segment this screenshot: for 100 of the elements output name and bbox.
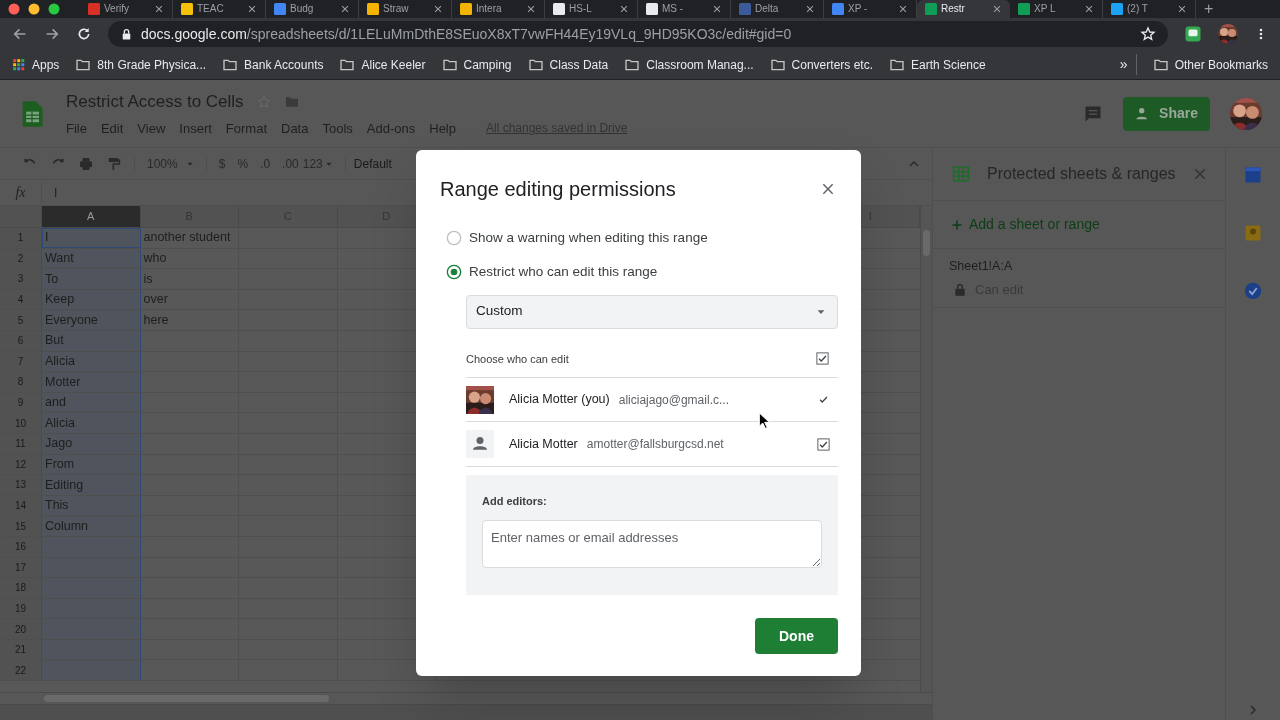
apps-bookmark[interactable]: Apps [12,55,60,74]
table-cell: Motter [42,372,141,392]
editor-name: Alicia Motter [509,435,578,453]
lock-icon [120,27,133,41]
radio-option[interactable]: Show a warning when editing this range [446,228,838,249]
more-bookmarks-button[interactable]: » [1119,54,1137,75]
add-editors-label: Add editors: [482,494,548,509]
row-number[interactable]: 3 [0,269,42,289]
reload-icon[interactable] [76,26,92,42]
document-title[interactable]: Restrict Access to Cells [66,89,244,115]
column-header[interactable]: A [42,206,141,227]
input-field[interactable]: Enter names or email addresses [482,519,822,568]
table-cell: This [42,495,141,516]
browser-tab[interactable]: Restr [917,0,1010,18]
close-icon[interactable] [992,4,1002,14]
window-control-icon [48,3,60,15]
bookmark[interactable]: Classroom Manag... [624,55,754,74]
percent-button[interactable]: % [237,154,249,173]
menu-item[interactable]: Data [281,118,309,138]
bookmark[interactable]: Converters etc. [769,55,873,74]
table-cell: To [42,269,141,289]
radio-button[interactable] [446,264,462,281]
tab-title: Intera [476,4,503,14]
radio-option[interactable]: Restrict who can edit this range [446,262,838,283]
menu-item[interactable]: File [66,118,87,138]
close-icon[interactable] [1084,4,1094,14]
menu-item[interactable]: Edit [100,118,124,138]
currency-button[interactable]: $ [205,154,226,173]
tab-title: TEAC [197,4,225,14]
extension-icon[interactable] [1184,25,1202,43]
table-cell: But [42,330,141,351]
window-control-icon [8,3,20,15]
menu-item[interactable]: Format [225,118,267,138]
tab-title: HS-L [569,4,593,14]
tab-title: Verify [104,4,130,14]
close-icon[interactable] [805,4,815,14]
tab-title: Budg [290,4,315,14]
tab-title: XP - [848,4,869,14]
back-icon[interactable] [12,26,28,42]
window-control-icon [28,3,40,15]
checkbox[interactable] [816,436,831,452]
font-dropdown[interactable]: Default [344,154,392,173]
editor-name: Alicia Motter (you) [509,391,610,409]
table-cell: Everyone [42,310,141,330]
menu-item[interactable]: Add-ons [366,118,416,138]
tab-title: Delta [755,4,780,14]
cursor-icon [758,412,770,430]
menu-item[interactable]: Tools [322,118,353,138]
editor-email: aliciajago@gmail.c... [618,391,729,409]
row-number[interactable]: 13 [0,475,42,495]
star-icon[interactable] [1140,26,1156,42]
address-bar[interactable]: docs.google.com/spreadsheets/d/1LELuMmDthE8SEuoX8xT7vwFH44Ey19VLq_9HD95KO3c/edit#gid=0 [108,21,1168,47]
bookmark[interactable]: Alice Keeler [339,55,426,74]
tab-title: Straw [383,4,410,14]
close-icon[interactable] [247,4,257,14]
forward-icon[interactable] [44,26,60,42]
close-icon[interactable] [1177,4,1187,14]
table-cell: Alicia [42,351,141,372]
close-icon[interactable] [340,4,350,14]
row-number[interactable]: 12 [0,454,42,475]
choose-editors-label: Choose who can edit [466,351,569,367]
menu-item[interactable]: View [137,118,166,138]
menu-item[interactable]: Help [429,118,456,138]
done-button[interactable]: Done [755,618,838,654]
close-icon[interactable] [712,4,722,14]
add-range-link[interactable]: Add a sheet or range [951,214,1100,235]
close-icon[interactable] [821,182,835,196]
range-name: Sheet1!A:A [949,258,1014,275]
close-icon[interactable] [619,4,629,14]
row-number[interactable]: 14 [0,495,42,516]
tab-title: XP L [1034,4,1057,14]
new-tab-button[interactable]: + [1204,1,1214,17]
radio-button[interactable] [446,230,462,247]
bookmark[interactable]: Class Data [527,55,609,74]
close-icon[interactable] [526,4,536,14]
permission-dropdown[interactable]: Custom [466,294,838,329]
checkbox[interactable] [815,351,830,367]
close-icon[interactable] [433,4,443,14]
lock-icon [953,282,967,297]
menu-item[interactable]: Insert [179,118,212,138]
bookmark[interactable]: Earth Science [889,55,986,74]
table-cell: From [42,454,141,475]
bookmark[interactable]: 8th Grade Physica... [75,55,207,74]
row-number[interactable]: 22 [0,660,42,681]
close-icon[interactable] [898,4,908,14]
bookmark[interactable]: Camping [441,55,512,74]
table-cell: Jago [42,433,141,454]
table-cell: is [140,269,239,289]
apps-grid-icon [12,57,26,72]
checkmark-icon[interactable] [1244,282,1262,300]
share-button[interactable]: Share [1123,96,1210,131]
table-cell: another student [140,228,239,248]
table-cell: Want [42,248,141,269]
bookmark[interactable]: Bank Accounts [222,55,324,74]
bookmark[interactable]: Other Bookmarks [1152,55,1268,74]
close-icon[interactable] [154,4,164,14]
plus-icon [951,218,963,231]
table-icon [951,165,971,183]
row-number[interactable]: 4 [0,289,42,310]
dialog-title: Range editing permissions [440,177,676,202]
